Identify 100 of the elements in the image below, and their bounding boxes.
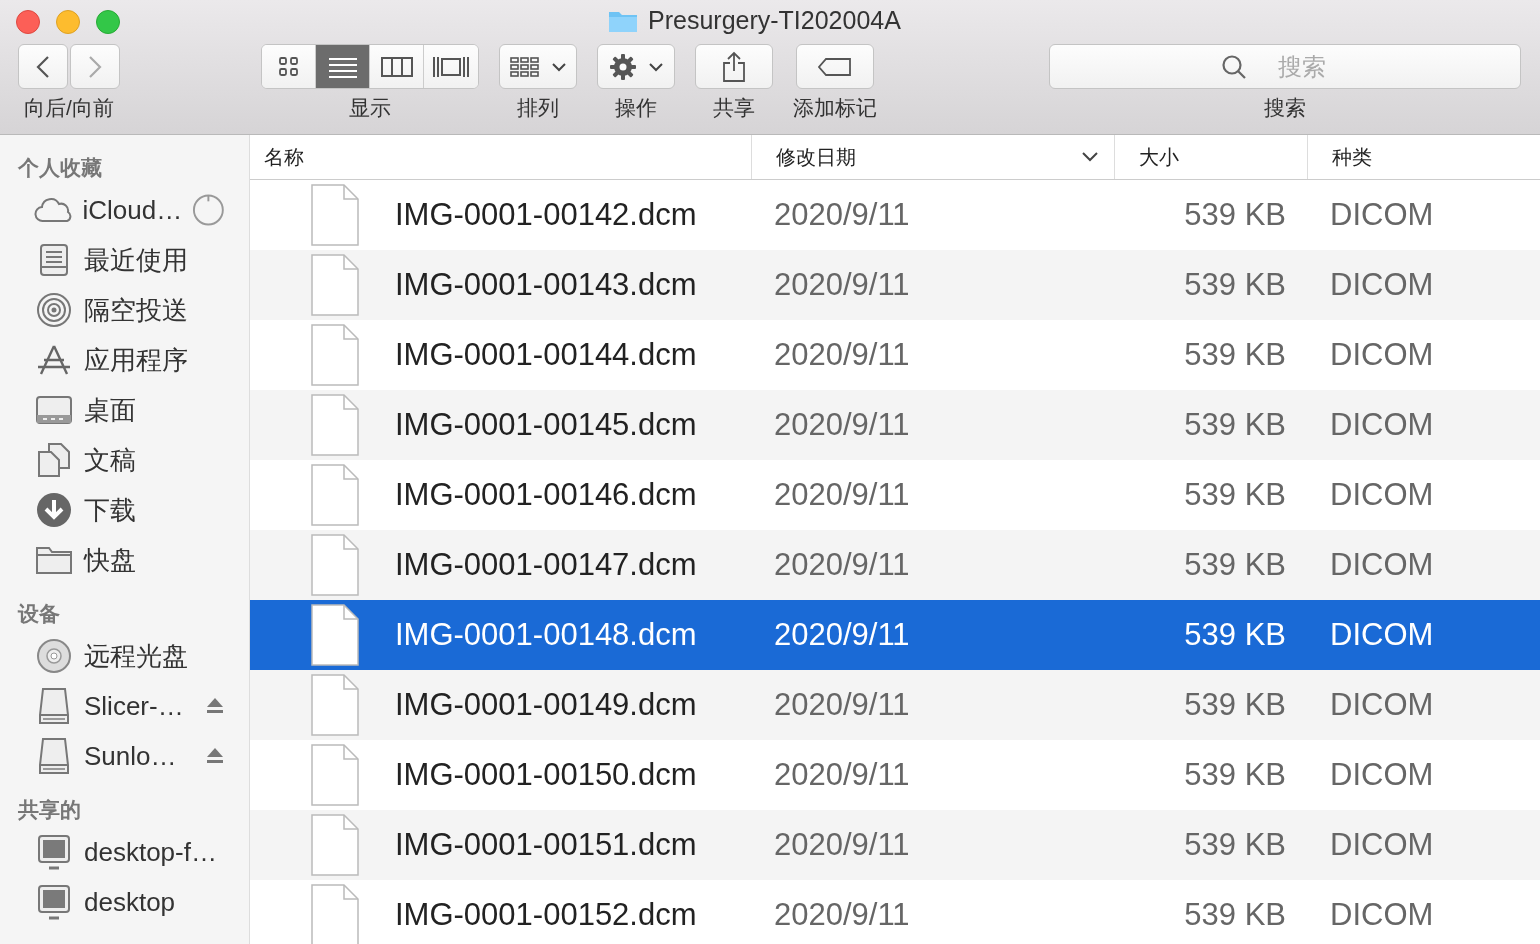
file-name: IMG-0001-00149.dcm bbox=[395, 687, 697, 723]
date-cell: 2020/9/11 bbox=[774, 337, 910, 372]
size-cell: 539 KB bbox=[1184, 687, 1286, 722]
file-name: IMG-0001-00151.dcm bbox=[395, 827, 697, 863]
sidebar-item[interactable]: 隔空投送 bbox=[0, 285, 249, 335]
file-row[interactable]: IMG-0001-00151.dcm 2020/9/11 539 KB DICOM bbox=[250, 810, 1540, 880]
file-row[interactable]: IMG-0001-00149.dcm 2020/9/11 539 KB DICOM bbox=[250, 670, 1540, 740]
size-cell: 539 KB bbox=[1184, 407, 1286, 442]
sidebar-item[interactable]: 应用程序 bbox=[0, 335, 249, 385]
kind-cell: DICOM bbox=[1330, 617, 1434, 652]
file-icon bbox=[311, 814, 359, 876]
file-row[interactable]: IMG-0001-00147.dcm 2020/9/11 539 KB DICOM bbox=[250, 530, 1540, 600]
size-cell: 539 KB bbox=[1184, 547, 1286, 582]
toolbar-label: 共享 bbox=[713, 95, 755, 121]
file-name: IMG-0001-00150.dcm bbox=[395, 757, 697, 793]
file-row[interactable]: IMG-0001-00143.dcm 2020/9/11 539 KB DICOM bbox=[250, 250, 1540, 320]
kind-cell: DICOM bbox=[1330, 897, 1434, 932]
size-cell: 539 KB bbox=[1184, 757, 1286, 792]
size-cell: 539 KB bbox=[1184, 897, 1286, 932]
chevron-down-icon bbox=[649, 61, 663, 72]
tag-button[interactable] bbox=[796, 44, 874, 89]
chevron-down-icon bbox=[1082, 152, 1098, 162]
sidebar-item[interactable]: desktop bbox=[0, 877, 249, 927]
document-stack-icon bbox=[38, 243, 70, 277]
size-cell: 539 KB bbox=[1184, 267, 1286, 302]
column-header[interactable]: 修改日期 bbox=[752, 135, 1115, 179]
disc-icon bbox=[36, 638, 72, 674]
toolbar-label: 排列 bbox=[517, 95, 559, 121]
date-cell: 2020/9/11 bbox=[774, 687, 910, 722]
progress-circle-icon bbox=[192, 193, 225, 227]
file-name: IMG-0001-00152.dcm bbox=[395, 897, 697, 933]
share-icon bbox=[721, 50, 747, 83]
column-header[interactable]: 种类 bbox=[1308, 135, 1540, 179]
drive-icon bbox=[37, 737, 71, 775]
sidebar-item[interactable]: 最近使用 bbox=[0, 235, 249, 285]
date-cell: 2020/9/11 bbox=[774, 407, 910, 442]
size-cell: 539 KB bbox=[1184, 827, 1286, 862]
sidebar-item[interactable]: 远程光盘 bbox=[0, 631, 249, 681]
settings-icon bbox=[609, 52, 637, 81]
sidebar-item[interactable]: desktop-f… bbox=[0, 827, 249, 877]
kind-cell: DICOM bbox=[1330, 547, 1434, 582]
drive-icon bbox=[37, 687, 71, 725]
kind-cell: DICOM bbox=[1330, 687, 1434, 722]
file-row[interactable]: IMG-0001-00145.dcm 2020/9/11 539 KB DICOM bbox=[250, 390, 1540, 460]
sidebar-item[interactable]: 文稿 bbox=[0, 435, 249, 485]
kind-cell: DICOM bbox=[1330, 197, 1434, 232]
file-row[interactable]: IMG-0001-00148.dcm 2020/9/11 539 KB DICOM bbox=[250, 600, 1540, 670]
eject-icon[interactable] bbox=[205, 746, 225, 766]
sidebar-item[interactable]: iCloud… bbox=[0, 185, 249, 235]
sidebar-item[interactable]: Sunlo… bbox=[0, 731, 249, 781]
arrange-button[interactable] bbox=[499, 44, 577, 89]
kind-cell: DICOM bbox=[1330, 757, 1434, 792]
kind-cell: DICOM bbox=[1330, 477, 1434, 512]
sidebar-item[interactable]: 桌面 bbox=[0, 385, 249, 435]
share-button[interactable] bbox=[695, 44, 773, 89]
eject-icon[interactable] bbox=[205, 696, 225, 716]
search-icon bbox=[1221, 54, 1247, 80]
toolbar-label: 操作 bbox=[615, 95, 657, 121]
file-icon bbox=[311, 674, 359, 736]
file-name: IMG-0001-00148.dcm bbox=[395, 617, 697, 653]
action-button[interactable] bbox=[597, 44, 675, 89]
list-view-button[interactable] bbox=[316, 45, 370, 88]
sidebar-section-title: 设备 bbox=[16, 601, 61, 627]
file-icon bbox=[311, 884, 359, 944]
grid-icon bbox=[277, 55, 300, 78]
file-name: IMG-0001-00144.dcm bbox=[395, 337, 697, 373]
folder-icon bbox=[35, 545, 73, 575]
download-icon bbox=[36, 492, 72, 528]
gallery-icon bbox=[432, 55, 470, 78]
file-icon bbox=[311, 534, 359, 596]
sidebar-section-title: 共享的 bbox=[17, 797, 82, 823]
kind-cell: DICOM bbox=[1330, 407, 1434, 442]
date-cell: 2020/9/11 bbox=[774, 757, 910, 792]
sidebar-section-title: 个人收藏 bbox=[17, 155, 103, 181]
toolbar-label: 搜索 bbox=[1264, 95, 1306, 121]
gallery-view-button[interactable] bbox=[424, 45, 478, 88]
file-icon bbox=[311, 744, 359, 806]
file-icon bbox=[311, 324, 359, 386]
sidebar-item[interactable]: Slicer-… bbox=[0, 681, 249, 731]
column-header[interactable]: 名称 bbox=[250, 135, 752, 179]
back-button[interactable] bbox=[18, 44, 68, 89]
kind-cell: DICOM bbox=[1330, 267, 1434, 302]
view-switcher[interactable] bbox=[261, 44, 479, 89]
sidebar-item[interactable]: 下载 bbox=[0, 485, 249, 535]
date-cell: 2020/9/11 bbox=[774, 617, 910, 652]
sidebar-item[interactable]: 快盘 bbox=[0, 535, 249, 585]
column-header[interactable]: 大小 bbox=[1115, 135, 1308, 179]
close-icon[interactable] bbox=[16, 10, 40, 34]
file-icon bbox=[311, 464, 359, 526]
file-name: IMG-0001-00143.dcm bbox=[395, 267, 697, 303]
file-name: IMG-0001-00145.dcm bbox=[395, 407, 697, 443]
icons-view-button[interactable] bbox=[262, 45, 316, 88]
columns-view-button[interactable] bbox=[370, 45, 424, 88]
date-cell: 2020/9/11 bbox=[774, 547, 910, 582]
search-field[interactable]: 搜索 bbox=[1049, 44, 1521, 89]
kind-cell: DICOM bbox=[1330, 337, 1434, 372]
chevron-left-icon bbox=[36, 54, 50, 79]
file-name: IMG-0001-00146.dcm bbox=[395, 477, 697, 513]
airdrop-icon bbox=[36, 292, 72, 328]
toolbar-label: 显示 bbox=[349, 95, 391, 121]
